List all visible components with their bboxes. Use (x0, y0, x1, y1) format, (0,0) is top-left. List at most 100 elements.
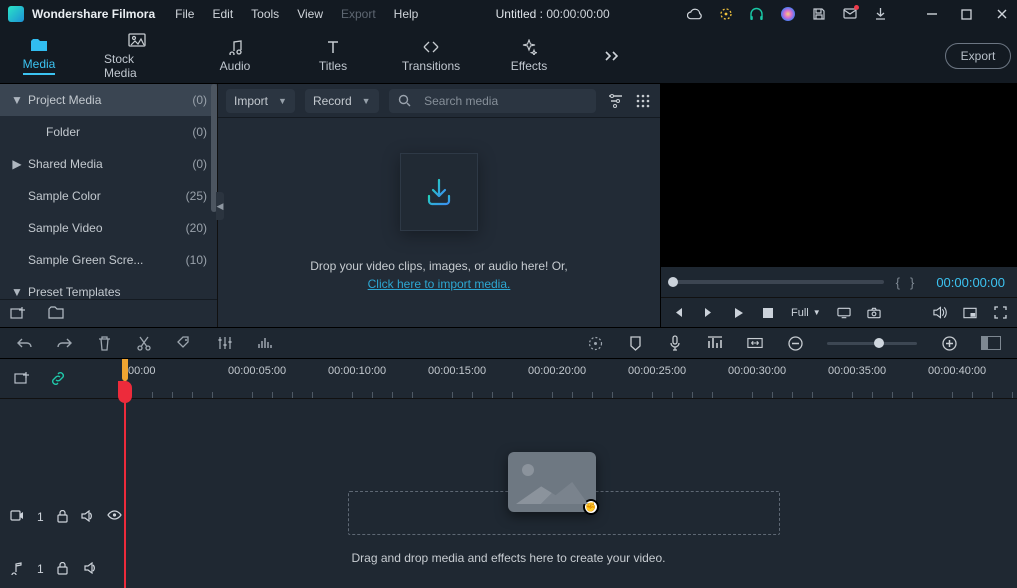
sidebar-item-preset-templates[interactable]: ▼ Preset Templates (0, 276, 217, 299)
add-track-icon[interactable] (14, 371, 30, 387)
more-tabs-icon[interactable] (604, 50, 622, 62)
tab-titles[interactable]: Titles (300, 38, 366, 73)
mic-icon[interactable] (667, 335, 683, 351)
project-title: Untitled : 00:00:00:00 (418, 7, 687, 21)
search-input-field[interactable] (422, 93, 588, 109)
sidebar-item-count: (0) (192, 93, 207, 107)
step-fwd-icon[interactable] (701, 306, 715, 320)
menu-edit[interactable]: Edit (212, 7, 233, 21)
zoom-slider[interactable] (827, 342, 917, 345)
zoom-in-icon[interactable] (941, 335, 957, 351)
tab-transitions-label: Transitions (402, 59, 460, 73)
tips-icon[interactable] (718, 7, 733, 22)
import-link[interactable]: Click here to import media. (368, 277, 511, 291)
preview-viewport[interactable] (661, 84, 1017, 267)
video-track-header[interactable]: 1 (0, 502, 124, 532)
tab-titles-label: Titles (319, 59, 347, 73)
zoom-out-icon[interactable] (787, 335, 803, 351)
add-bin-icon[interactable] (10, 306, 26, 322)
sidebar-item-project-media[interactable]: ▼ Project Media (0) (0, 84, 217, 116)
seekbar-thumb[interactable] (668, 277, 678, 287)
headphones-icon[interactable] (749, 7, 764, 22)
stop-icon[interactable] (761, 306, 775, 320)
ruler-tick: 00:00:10:00 (328, 365, 386, 377)
cut-icon[interactable] (136, 335, 152, 351)
sidebar-item-count: (10) (186, 253, 207, 267)
tab-media-label: Media (23, 57, 56, 75)
media-drop-area[interactable]: Drop your video clips, images, or audio … (218, 118, 660, 327)
ruler-tick: 00:00:35:00 (828, 365, 886, 377)
tab-media[interactable]: Media (6, 36, 72, 75)
chevron-down-icon: ▼ (10, 285, 24, 299)
search-media-input[interactable] (389, 89, 596, 113)
eye-icon[interactable] (107, 510, 121, 524)
redo-icon[interactable] (56, 335, 72, 351)
sidebar-item-shared-media[interactable]: ▶ Shared Media (0) (0, 148, 217, 180)
lock-icon[interactable] (57, 510, 68, 524)
record-dropdown[interactable]: Record ▼ (305, 89, 379, 113)
sidebar-item-sample-color[interactable]: Sample Color (25) (0, 180, 217, 212)
volume-icon[interactable] (933, 306, 947, 320)
preview-seekbar[interactable] (673, 280, 884, 284)
render-icon[interactable] (587, 335, 603, 351)
mute-icon[interactable] (81, 510, 94, 524)
tab-transitions[interactable]: Transitions (398, 38, 464, 73)
grid-view-icon[interactable] (634, 92, 652, 110)
import-dropdown[interactable]: Import ▼ (226, 89, 295, 113)
avatar-icon[interactable] (780, 7, 795, 22)
music-icon (227, 38, 243, 56)
export-button[interactable]: Export (945, 43, 1011, 69)
zoom-fit-icon[interactable] (981, 336, 1001, 350)
mute-icon[interactable] (84, 562, 98, 576)
delete-icon[interactable] (96, 335, 112, 351)
snapshot-icon[interactable] (867, 306, 881, 320)
menu-file[interactable]: File (175, 7, 194, 21)
tab-effects[interactable]: Effects (496, 38, 562, 73)
sidebar-item-folder[interactable]: Folder (0) (0, 116, 217, 148)
menu-tools[interactable]: Tools (251, 7, 279, 21)
playhead[interactable] (124, 359, 126, 588)
sidebar-item-sample-green-screen[interactable]: Sample Green Scre... (10) (0, 244, 217, 276)
cloud-icon[interactable] (687, 7, 702, 22)
tab-audio[interactable]: Audio (202, 38, 268, 73)
filter-icon[interactable] (606, 92, 624, 110)
new-folder-icon[interactable] (48, 306, 64, 322)
record-label: Record (313, 94, 352, 108)
timeline-ruler[interactable]: 00:0000:00:05:0000:00:10:0000:00:15:0000… (0, 359, 1017, 399)
zoom-thumb[interactable] (874, 338, 884, 348)
collapse-sidebar-handle[interactable]: ◀ (216, 192, 224, 220)
message-icon[interactable] (842, 7, 857, 22)
adjust-icon[interactable] (216, 335, 232, 351)
fullscreen-icon[interactable] (993, 306, 1007, 320)
window-maximize[interactable] (959, 7, 974, 22)
timeline-tracks[interactable]: ✊ Drag and drop media and effects here t… (0, 399, 1017, 588)
sidebar-item-sample-video[interactable]: Sample Video (20) (0, 212, 217, 244)
window-close[interactable] (994, 7, 1009, 22)
link-icon[interactable] (50, 371, 66, 387)
audio-mixer-icon[interactable] (707, 335, 723, 351)
save-icon[interactable] (811, 7, 826, 22)
display-icon[interactable] (837, 306, 851, 320)
download-icon[interactable] (873, 7, 888, 22)
lock-icon[interactable] (57, 562, 71, 576)
quality-dropdown[interactable]: Full▼ (791, 307, 821, 319)
import-label: Import (234, 94, 268, 108)
tab-stock-media[interactable]: Stock Media (104, 31, 170, 80)
pip-icon[interactable] (963, 306, 977, 320)
marker-icon[interactable] (627, 335, 643, 351)
mark-in-out[interactable]: {} (896, 275, 925, 290)
ratio-icon[interactable] (747, 335, 763, 351)
audio-track-icon (10, 562, 24, 576)
video-track-icon (10, 510, 24, 524)
menu-view[interactable]: View (297, 7, 323, 21)
step-back-icon[interactable] (671, 306, 685, 320)
audio-track-header[interactable]: 1 (0, 554, 124, 584)
ruler-tick: 00:00:20:00 (528, 365, 586, 377)
play-icon[interactable] (731, 306, 745, 320)
menu-help[interactable]: Help (394, 7, 419, 21)
window-minimize[interactable] (924, 7, 939, 22)
preview-controls: Full▼ (661, 297, 1017, 327)
undo-icon[interactable] (16, 335, 32, 351)
tag-icon[interactable] (176, 335, 192, 351)
equalizer-icon[interactable] (256, 335, 272, 351)
